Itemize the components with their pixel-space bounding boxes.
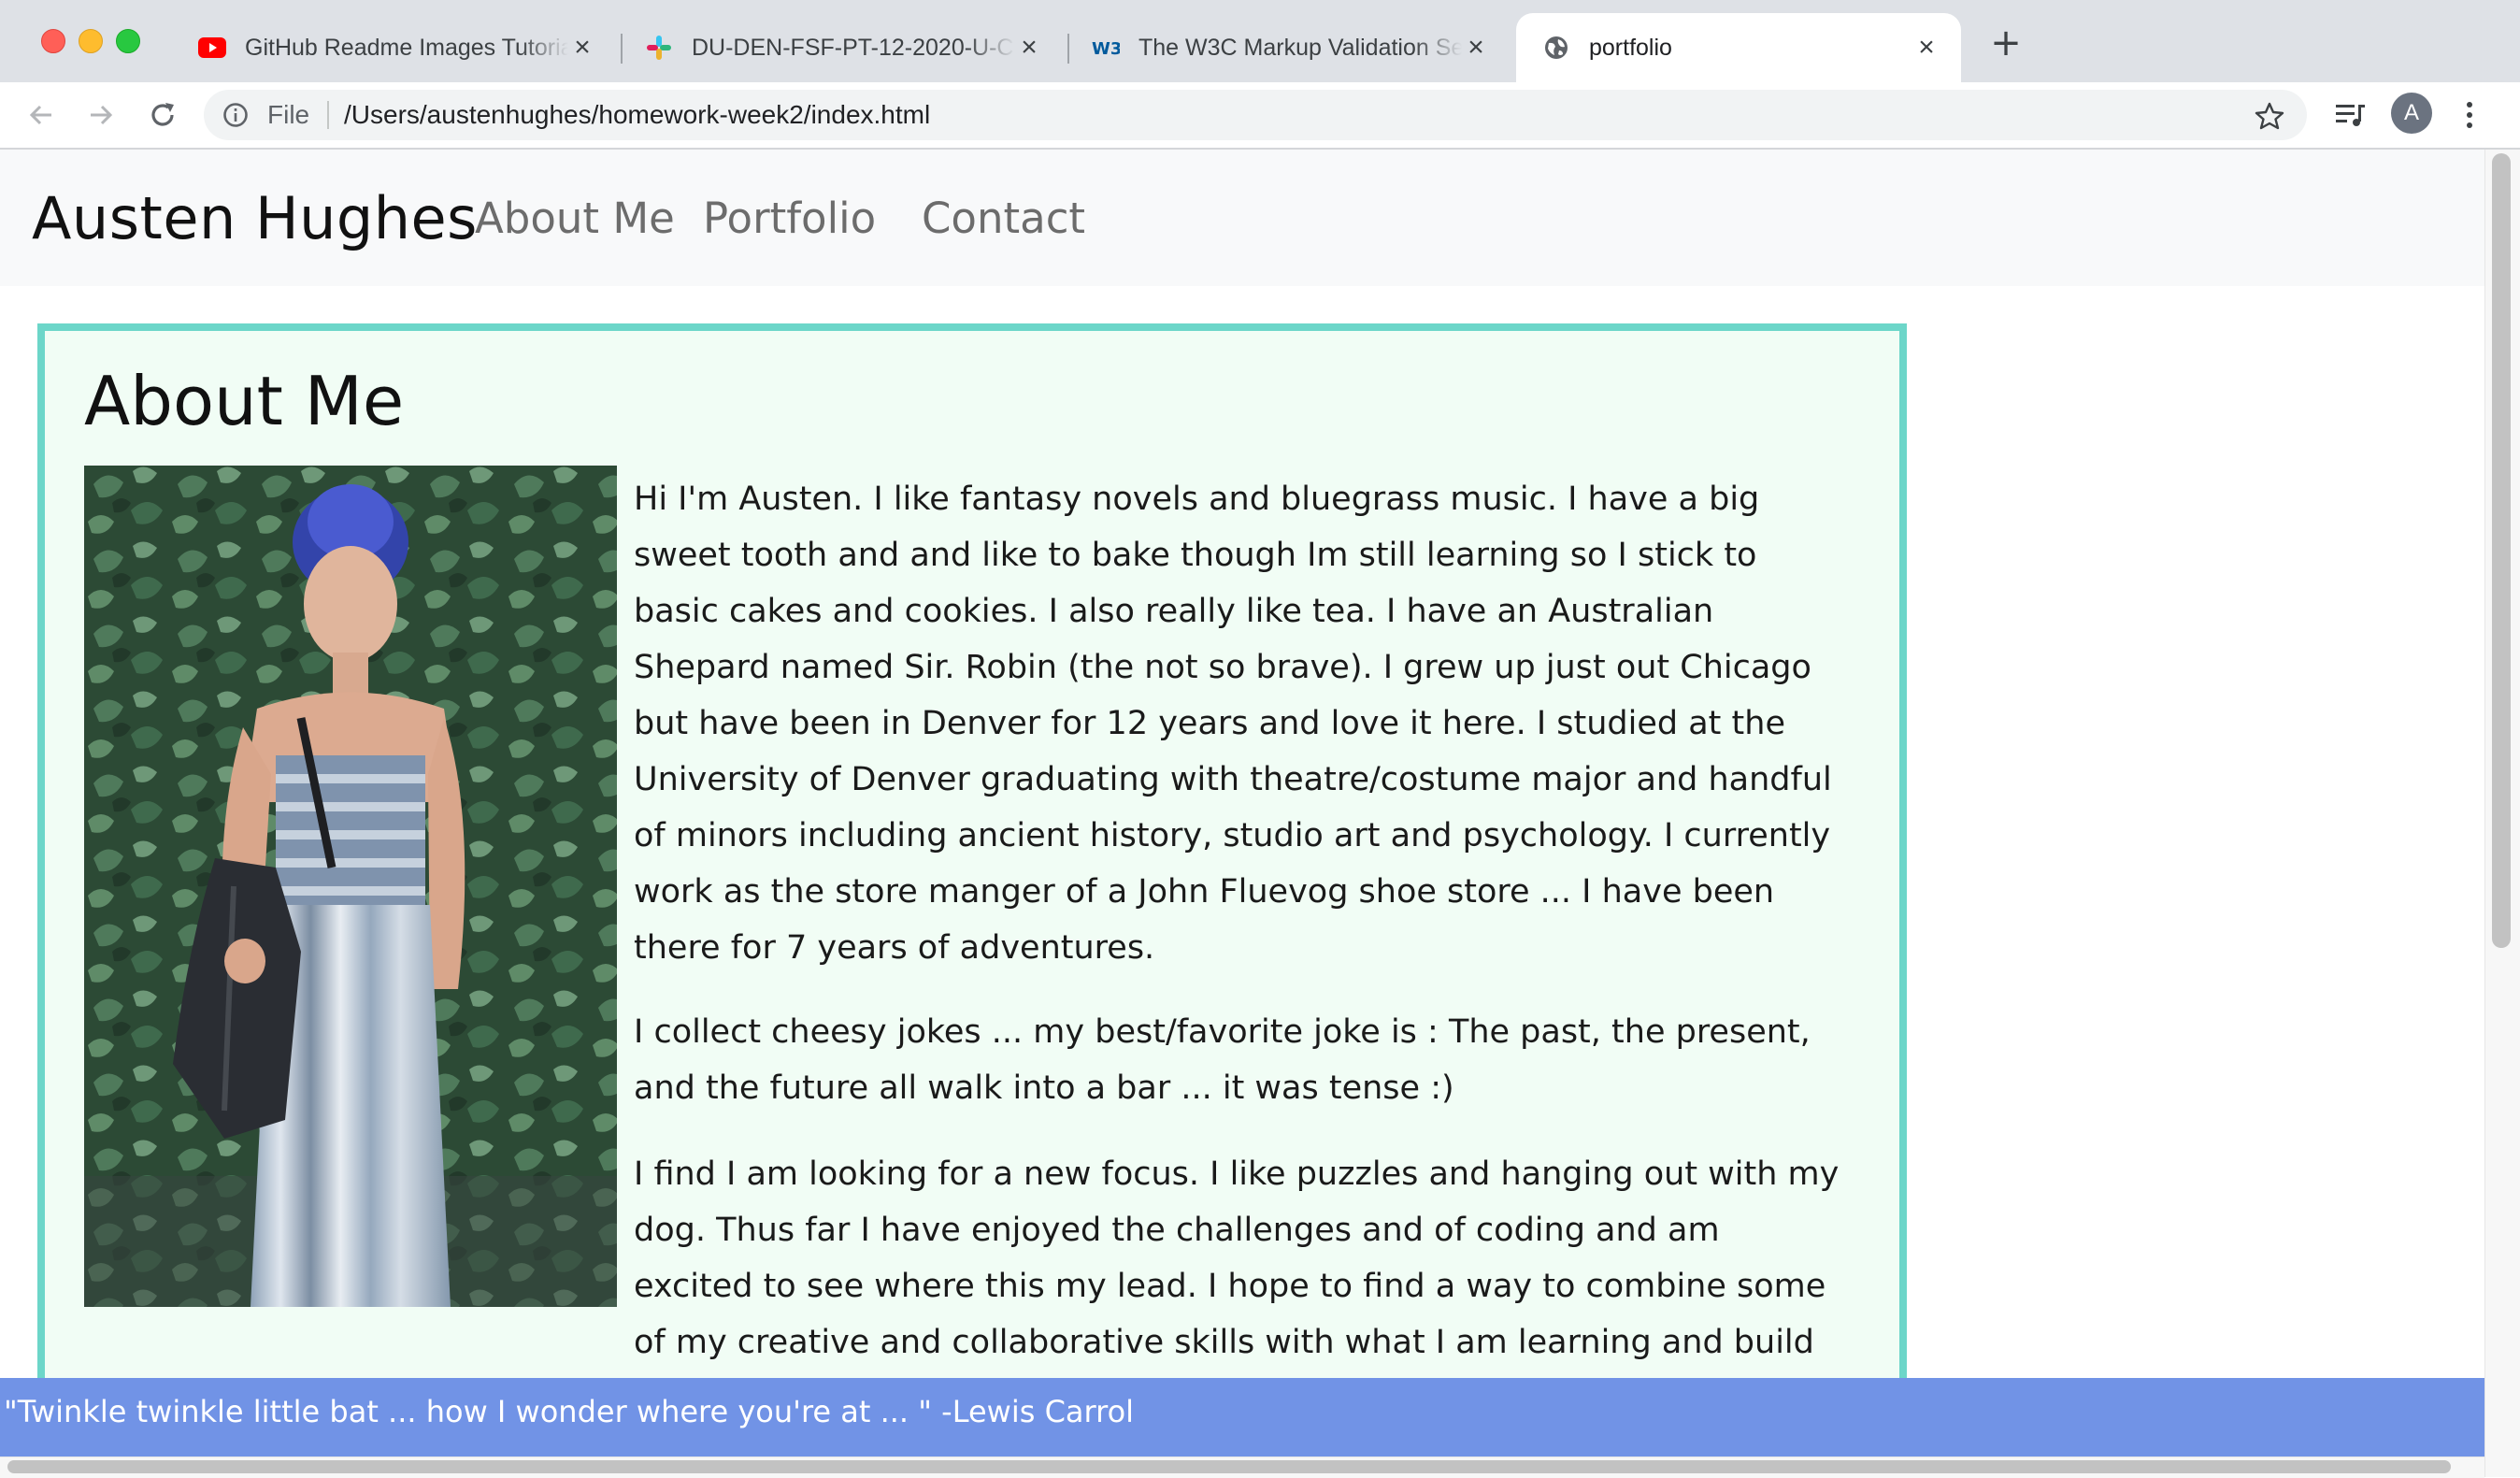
close-tab-icon[interactable]: × (1912, 34, 1940, 62)
close-tab-icon[interactable]: × (1462, 34, 1490, 62)
profile-avatar[interactable]: A (2391, 93, 2432, 134)
close-tab-icon[interactable]: × (568, 34, 596, 62)
about-heading: About Me (84, 362, 405, 440)
url-text[interactable]: /Users/austenhughes/homework-week2/index… (344, 99, 930, 131)
minimize-window-button[interactable] (79, 29, 103, 53)
back-button[interactable] (22, 96, 60, 134)
tab-title: DU-DEN-FSF-PT-12-2020-U-C (692, 34, 1014, 61)
close-tab-icon[interactable]: × (1015, 34, 1043, 62)
youtube-icon (198, 34, 226, 62)
site-header: Austen Hughes About Me Portfolio Contact (0, 150, 2484, 286)
about-section: About Me Hi I'm Austen. I like fantasy n… (37, 323, 1907, 1456)
info-icon[interactable] (222, 102, 249, 128)
fullscreen-window-button[interactable] (116, 29, 140, 53)
horizontal-scrollbar-thumb[interactable] (7, 1460, 2451, 1473)
browser-tab-active[interactable]: portfolio × (1516, 13, 1961, 82)
slack-icon (645, 34, 673, 62)
about-paragraph-2: I collect cheesy jokes ... my best/favor… (634, 1013, 1811, 1107)
browser-toolbar: File /Users/austenhughes/homework-week2/… (0, 82, 2520, 150)
media-controls-icon[interactable] (2331, 96, 2369, 134)
forward-button[interactable] (82, 96, 120, 134)
page-viewport: Austen Hughes About Me Portfolio Contact… (0, 150, 2484, 1456)
more-menu-icon[interactable] (2451, 96, 2488, 134)
browser-tab[interactable]: W3 The W3C Markup Validation Service × (1066, 13, 1511, 82)
close-window-button[interactable] (41, 29, 65, 53)
reload-icon (151, 103, 174, 126)
new-tab-button[interactable]: + (1987, 24, 2025, 62)
nav-link-about-me[interactable]: About Me (475, 191, 675, 247)
browser-tab[interactable]: GitHub Readme Images Tutorial × (172, 13, 617, 82)
arrow-left-icon (29, 105, 51, 125)
url-scheme-label: File (267, 100, 310, 129)
footer-quote: "Twinkle twinkle little bat ... how I wo… (4, 1394, 1135, 1429)
arrow-right-icon (91, 105, 113, 125)
tab-title: The W3C Markup Validation Service (1138, 34, 1462, 61)
site-brand[interactable]: Austen Hughes (32, 181, 478, 256)
site-footer: "Twinkle twinkle little bat ... how I wo… (0, 1378, 2484, 1456)
bookmark-star-icon[interactable] (2255, 101, 2284, 131)
tab-title: GitHub Readme Images Tutorial (245, 34, 568, 61)
tab-title: portfolio (1589, 34, 1672, 61)
nav-link-portfolio[interactable]: Portfolio (703, 191, 876, 247)
browser-tab[interactable]: DU-DEN-FSF-PT-12-2020-U-C × (619, 13, 1064, 82)
globe-icon (1542, 34, 1570, 62)
address-divider (327, 101, 329, 129)
about-paragraph-1: Hi I'm Austen. I like fantasy novels and… (634, 481, 1832, 967)
address-bar[interactable]: File /Users/austenhughes/homework-week2/… (204, 90, 2307, 140)
vertical-scrollbar-thumb[interactable] (2492, 153, 2511, 948)
svg-text:W3: W3 (1092, 39, 1120, 59)
browser-tab-strip: GitHub Readme Images Tutorial × DU-DEN-F… (0, 0, 2520, 82)
nav-link-contact[interactable]: Contact (922, 191, 1085, 247)
w3c-icon: W3 (1092, 34, 1120, 62)
reload-button[interactable] (144, 96, 181, 134)
profile-photo (84, 466, 617, 1307)
